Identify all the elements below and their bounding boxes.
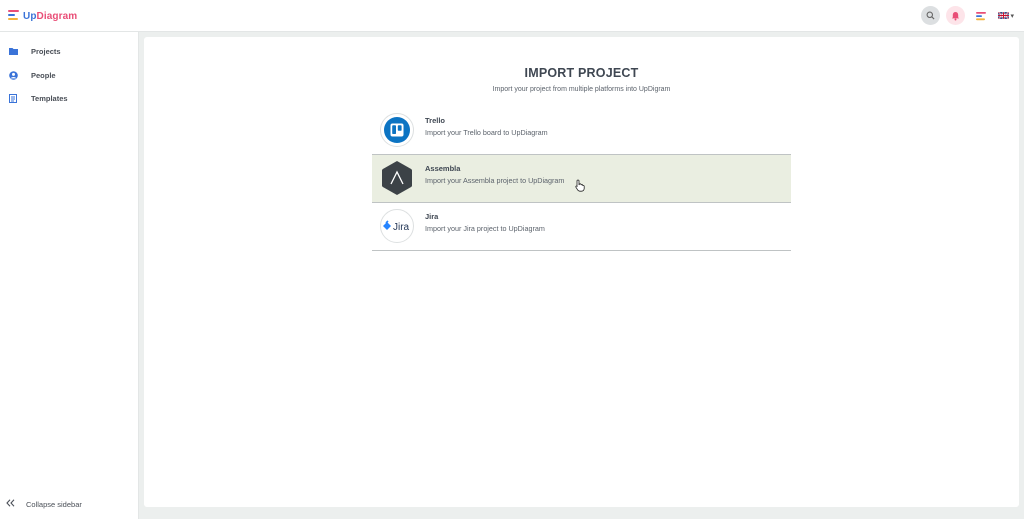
search-button[interactable] xyxy=(921,6,941,25)
sidebar: Projects People Templates Collapse sideb… xyxy=(0,32,139,519)
import-source-name: Jira xyxy=(425,212,439,221)
import-source-assembla[interactable]: Assembla Import your Assembla project to… xyxy=(372,155,791,203)
language-selector[interactable]: ▾ xyxy=(998,12,1014,20)
search-icon xyxy=(927,11,935,20)
folder-icon xyxy=(8,46,18,56)
bell-icon xyxy=(952,11,960,20)
notifications-button[interactable] xyxy=(946,6,966,25)
sidebar-item-label: Projects xyxy=(31,46,61,56)
top-actions: ▾ xyxy=(921,6,1014,25)
import-source-description: Import your Assembla project to UpDiagra… xyxy=(425,176,565,185)
import-source-list: Trello Import your Trello board to UpDia… xyxy=(372,107,791,251)
import-source-name: Trello xyxy=(425,116,446,125)
import-source-description: Import your Jira project to UpDiagram xyxy=(425,224,545,233)
import-source-name: Assembla xyxy=(425,164,461,173)
app-switcher-button[interactable] xyxy=(971,6,990,25)
sidebar-item-people[interactable]: People xyxy=(8,68,56,82)
app-logo-icon xyxy=(8,9,20,23)
page-title: IMPORT PROJECT xyxy=(524,66,639,80)
hand-pointer-icon xyxy=(575,179,585,197)
app-logo-text: UpDiagram xyxy=(23,10,78,22)
sidebar-item-templates[interactable]: Templates xyxy=(8,91,68,105)
double-chevron-left-icon xyxy=(6,499,15,509)
jira-logo-text: Jira xyxy=(393,222,410,233)
assembla-logo xyxy=(380,161,414,195)
collapse-sidebar-button[interactable]: Collapse sidebar xyxy=(6,499,82,509)
template-icon xyxy=(8,93,18,103)
chevron-down-icon: ▾ xyxy=(1010,12,1014,20)
top-bar: UpDiagram ▾ xyxy=(0,0,1024,32)
sidebar-item-label: Templates xyxy=(31,93,68,103)
app-logo-icon xyxy=(975,11,986,20)
import-source-jira[interactable]: Jira Jira Import your Jira project to Up… xyxy=(372,203,791,251)
main-panel: IMPORT PROJECT Import your project from … xyxy=(144,37,1019,507)
jira-logo: Jira xyxy=(380,209,414,243)
sidebar-item-label: People xyxy=(31,70,56,80)
import-source-trello[interactable]: Trello Import your Trello board to UpDia… xyxy=(372,107,791,155)
collapse-sidebar-label: Collapse sidebar xyxy=(26,499,82,509)
page-subtitle: Import your project from multiple platfo… xyxy=(492,86,671,93)
import-source-description: Import your Trello board to UpDiagram xyxy=(425,128,548,137)
sidebar-item-projects[interactable]: Projects xyxy=(8,44,61,58)
user-icon xyxy=(8,70,18,80)
uk-flag-icon xyxy=(998,12,1010,19)
trello-logo xyxy=(380,113,414,147)
app-logo[interactable]: UpDiagram xyxy=(8,9,77,23)
